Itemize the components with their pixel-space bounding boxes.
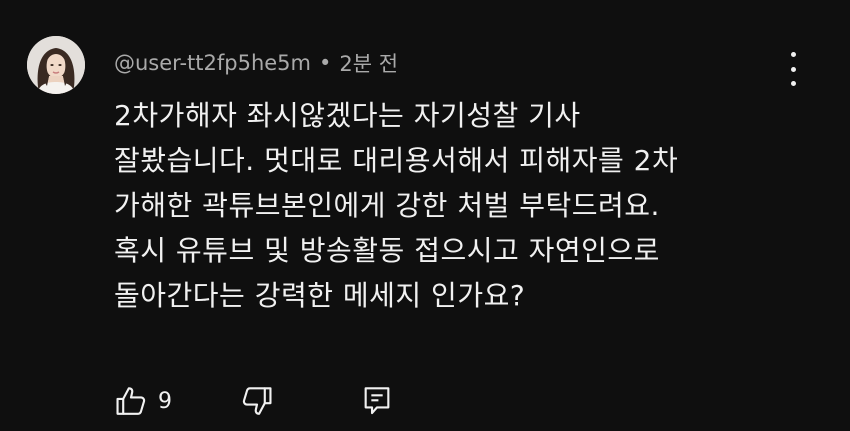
- comment-line: 2차가해자 좌시않겠다는 자기성찰 기사: [114, 99, 581, 132]
- comment-line: 잘봤습니다. 멋대로 대리용서해서 피해자를 2차: [114, 144, 679, 177]
- reply-comment-icon: [364, 387, 390, 415]
- like-count: 9: [158, 388, 172, 414]
- comment-time[interactable]: 2분 전: [339, 48, 398, 78]
- thumb-down-icon: [242, 387, 272, 415]
- meta-separator: •: [319, 51, 332, 75]
- comment-meta: @user-tt2fp5he5m • 2분 전: [114, 48, 398, 78]
- avatar-image: [27, 36, 85, 94]
- dislike-button[interactable]: [240, 384, 274, 418]
- comment-line: 가해한 곽튜브본인에게 강한 처벌 부탁드려요.: [114, 189, 660, 222]
- comment-thread: @user-tt2fp5he5m • 2분 전 2차가해자 좌시않겠다는 자기성…: [0, 0, 850, 431]
- reply-button[interactable]: [360, 384, 394, 418]
- thumb-up-icon: [116, 387, 146, 415]
- comment-actions: 9: [114, 379, 394, 423]
- comment-author[interactable]: @user-tt2fp5he5m: [114, 51, 311, 75]
- like-button[interactable]: 9: [114, 384, 172, 418]
- avatar[interactable]: [27, 36, 85, 94]
- comment-body: 2차가해자 좌시않겠다는 자기성찰 기사 잘봤습니다. 멋대로 대리용서해서 피…: [114, 93, 814, 318]
- more-vert-icon: [790, 52, 796, 57]
- comment-line: 혹시 유튜브 및 방송활동 접으시고 자연인으로: [114, 234, 660, 267]
- more-actions-button[interactable]: [780, 52, 806, 86]
- comment-line: 돌아간다는 강력한 메세지 인가요?: [114, 279, 526, 312]
